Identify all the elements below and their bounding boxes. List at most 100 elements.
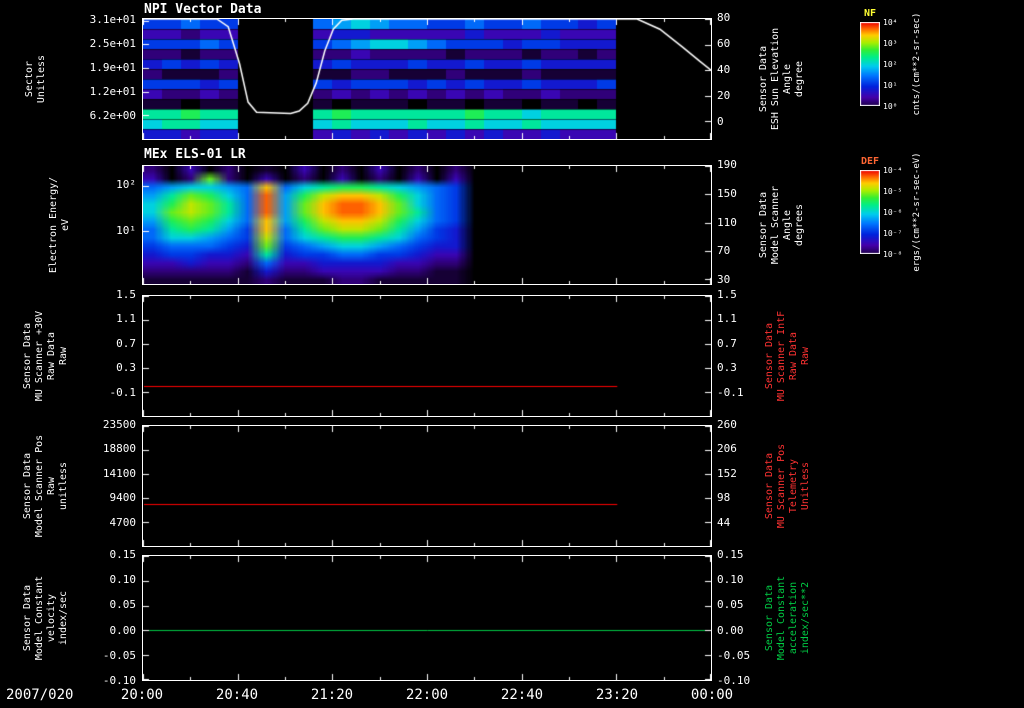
y-tick-label: 60 [717, 36, 731, 50]
panel-model-scanner-pos [142, 425, 712, 547]
right-axis-label: Sensor Data MU Scanner IntF Raw Data Raw [764, 311, 812, 401]
axis-label-line: Sensor Data [758, 45, 769, 113]
y-tick-label: 0.15 [109, 548, 137, 561]
right-axis-label: Sensor Data ESH Sun Elevation Angle degree [758, 28, 806, 130]
x-tick-label: 20:00 [120, 687, 164, 703]
y-tick-label: -0.10 [717, 674, 751, 687]
y-tick-label: 0 [717, 114, 724, 128]
axis-label-line: Electron Energy/ [48, 176, 59, 274]
axis-label-line: Raw [46, 476, 57, 496]
axis-label-line: Raw Data [788, 331, 799, 381]
colorbar-tick-label: 10⁻⁷ [883, 229, 903, 238]
axis-label-line: ESH Sun Elevation [770, 27, 781, 131]
y-tick-label: 20 [717, 88, 731, 102]
left-axis-label: Sensor Data MU Scanner +30V Raw Data Raw [22, 311, 70, 401]
y-tick-label: 0.00 [717, 623, 744, 637]
axis-label-line: degree [794, 60, 805, 98]
y-tick-label: 0.7 [717, 336, 737, 350]
panel-npi-sector [142, 18, 712, 140]
y-tick-label: -0.1 [717, 385, 744, 399]
y-tick-label: 44 [717, 515, 731, 529]
panel-mu-scanner-30v-canvas [143, 296, 711, 416]
y-tick-label: 6.2e+00 [89, 108, 136, 122]
y-tick-label: 1.1 [717, 312, 737, 326]
y-tick-label: 0.3 [717, 361, 737, 375]
axis-label-line: eV [60, 218, 71, 232]
colorbar-tick-label: 10⁻⁶ [883, 208, 903, 217]
axis-label-line: Telemetry [788, 458, 799, 514]
axis-label-line: Raw [800, 346, 811, 366]
right-axis-label: Sensor Data Model Scanner Angle degrees [758, 186, 806, 264]
colorbar-unit-label: ergs/(cm**2-sr-sec-eV) [912, 152, 922, 272]
panel-model-constant-velocity-canvas [143, 556, 711, 680]
axis-label-line: Sensor Data [22, 452, 33, 520]
x-tick-label: 22:40 [500, 687, 544, 703]
panel-npi-sector-canvas [143, 19, 711, 139]
axis-label-line: Sensor Data [764, 452, 775, 520]
colorbar-tick-label: 10³ [883, 39, 898, 48]
axis-label-line: Model Scanner Pos [34, 434, 45, 538]
axis-label-line: Sensor Data [758, 191, 769, 259]
plot-area: NPI Vector Data MEx ELS-01 LR 2007/020 3… [0, 0, 1024, 708]
colorbar-tick-label: 10⁰ [883, 102, 898, 111]
left-axis-label: Electron Energy/eV [48, 177, 72, 273]
panel-title-els: MEx ELS-01 LR [144, 147, 246, 162]
left-axis-label: Sector Unitless [24, 55, 48, 103]
axis-label-line: Unitless [36, 54, 47, 104]
y-tick-label: 110 [717, 215, 737, 229]
y-tick-label: 70 [717, 244, 731, 258]
colorbar-tick-label: 10⁻⁴ [883, 166, 903, 175]
colorbar-tick-label: 10⁻⁵ [883, 187, 903, 196]
axis-label-line: Raw [58, 346, 69, 366]
y-tick-label: 40 [717, 62, 731, 76]
panel-els-energy-canvas [143, 166, 711, 284]
axis-label-line: degrees [794, 203, 805, 247]
y-tick-label: 0.05 [717, 598, 744, 612]
y-tick-label: 23500 [102, 418, 136, 431]
colorbar-tick-label: 10⁴ [883, 18, 898, 27]
axis-label-line: MU Scanner +30V [34, 310, 45, 402]
axis-label-line: Angle [782, 209, 793, 241]
axis-label-line: acceleration [788, 581, 799, 655]
y-tick-label: 1.2e+01 [89, 85, 136, 99]
y-tick-label: 1.5 [116, 288, 136, 301]
y-tick-label: 0.10 [717, 573, 744, 587]
panel-els-energy [142, 165, 712, 285]
axis-label-line: unitless [58, 461, 69, 511]
x-tick-label: 00:00 [690, 687, 734, 703]
colorbar-name-def: DEF [860, 156, 880, 167]
axis-label-line: Model Constant [34, 575, 45, 661]
y-tick-label: 0.15 [717, 548, 744, 561]
left-axis-label: Sensor Data Model Constant velocity index/s… [22, 576, 70, 660]
panel-mu-scanner-30v [142, 295, 712, 417]
axis-label-line: MU Scanner Pos [776, 443, 787, 529]
axis-label-line: Raw Data [46, 331, 57, 381]
colorbar-tick-label: 10¹ [883, 81, 898, 90]
x-tick-label: 23:20 [595, 687, 639, 703]
panel-model-constant-velocity [142, 555, 712, 681]
x-tick-label: 21:20 [310, 687, 354, 703]
y-tick-label: 1.5 [717, 288, 737, 301]
axis-label-line: Unitless [800, 461, 811, 511]
y-tick-label: 2.5e+01 [89, 36, 136, 50]
right-axis-label: Sensor Data Model Constant acceleration ind… [764, 576, 812, 660]
axis-label-line: index/sec [58, 590, 69, 646]
x-axis-date-label: 2007/020 [6, 687, 74, 703]
axis-label-line: Sensor Data [764, 322, 775, 390]
axis-label-line: Sensor Data [764, 584, 775, 652]
axis-label-line: MU Scanner IntF [776, 310, 787, 402]
y-tick-label: 260 [717, 418, 737, 431]
y-tick-label: 80 [717, 11, 731, 24]
panel-model-scanner-pos-canvas [143, 426, 711, 546]
y-tick-label: 3.1e+01 [89, 13, 136, 27]
axis-label-line: Model Scanner [770, 185, 781, 265]
colorbar-name-nf: NF [863, 8, 877, 19]
panel-title-npi: NPI Vector Data [144, 2, 262, 17]
colorbar-tick-label: 10² [883, 60, 898, 69]
y-tick-label: -0.10 [102, 674, 136, 687]
colorbar-tick-label: 10⁻⁸ [883, 250, 903, 259]
axis-label-line: velocity [46, 593, 57, 643]
colorbar-unit-label: cnts/(cm**2-sr-sec) [912, 12, 922, 116]
left-axis-label: Sensor Data Model Scanner Pos Raw unitless [22, 435, 70, 537]
y-tick-label: 30 [717, 273, 731, 287]
